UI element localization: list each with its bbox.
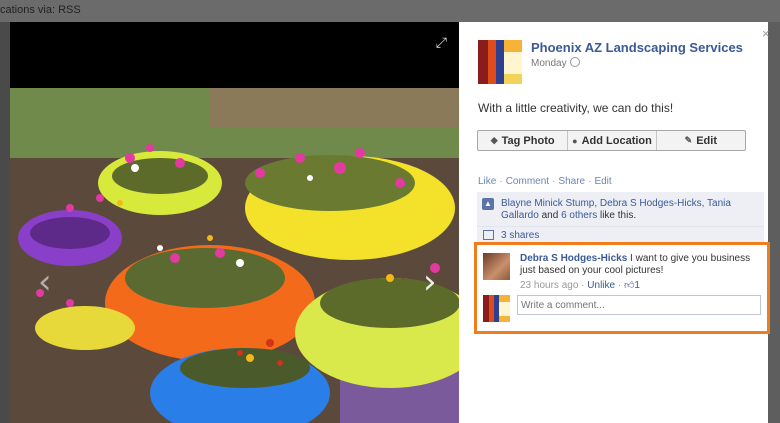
like-link[interactable]: Like — [478, 176, 496, 187]
photo — [10, 88, 459, 423]
add-location-label: Add Location — [581, 134, 652, 147]
background-right — [768, 22, 780, 423]
fullscreen-icon[interactable]: ⤢ — [436, 34, 447, 51]
thumbs-up-icon: ▲ — [482, 198, 494, 210]
comment-body: Debra S Hodges-Hicks I want to give you … — [520, 253, 765, 292]
post-timestamp[interactable]: Monday — [531, 57, 580, 69]
likes-suffix: like this. — [599, 210, 637, 221]
edit-label: Edit — [696, 134, 717, 147]
photo-toolbar: ◆ Tag Photo ● Add Location ✎ Edit — [477, 130, 746, 151]
comment-like-count-value: 1 — [634, 280, 640, 291]
post-actions: Like · Comment · Share · Edit — [478, 176, 612, 187]
tag-icon: ◆ — [490, 135, 498, 145]
shares-link[interactable]: 3 shares — [501, 230, 539, 241]
separator: · — [499, 176, 503, 187]
background-header: cations via: RSS — [0, 0, 780, 22]
edit-link[interactable]: Edit — [594, 176, 611, 187]
unlike-link[interactable]: Unlike — [587, 280, 615, 291]
page-avatar-small — [483, 295, 510, 322]
comment-input[interactable] — [517, 295, 761, 315]
add-location-button[interactable]: ● Add Location — [568, 131, 657, 150]
likes-text: Blayne Minick Stump, Debra S Hodges-Hick… — [501, 198, 756, 222]
location-pin-icon: ● — [572, 135, 578, 146]
likes-summary: ▲ Blayne Minick Stump, Debra S Hodges-Hi… — [477, 192, 764, 227]
share-icon — [483, 230, 494, 240]
close-icon[interactable]: × — [762, 26, 774, 41]
page-name-link[interactable]: Phoenix AZ Landscaping Services — [531, 40, 743, 55]
post-time-text[interactable]: Monday — [531, 58, 567, 69]
comment-time[interactable]: 23 hours ago — [520, 280, 578, 291]
background-sidebar — [0, 22, 10, 423]
share-link[interactable]: Share — [558, 176, 585, 187]
background-text: cations via: RSS — [0, 4, 81, 16]
tag-photo-button[interactable]: ◆ Tag Photo — [478, 131, 569, 150]
comment-meta: 23 hours ago · Unlike · 👍︎1 — [520, 280, 640, 291]
photo-viewer: ⤢ ‹ › — [10, 22, 459, 423]
highlighted-comments: Debra S Hodges-Hicks I want to give you … — [474, 242, 770, 334]
tag-photo-label: Tag Photo — [501, 134, 555, 147]
page-avatar[interactable] — [478, 40, 522, 84]
commenter-avatar[interactable] — [483, 253, 510, 280]
edit-button[interactable]: ✎ Edit — [657, 131, 745, 150]
comment-author-link[interactable]: Debra S Hodges-Hicks — [520, 253, 627, 264]
separator: · — [588, 176, 592, 187]
previous-photo-icon[interactable]: ‹ — [38, 262, 52, 302]
others-link[interactable]: 6 others — [561, 210, 597, 221]
post-caption: With a little creativity, we can do this… — [478, 101, 674, 115]
pencil-icon: ✎ — [684, 135, 693, 145]
globe-icon — [569, 57, 580, 67]
separator: · — [552, 176, 556, 187]
photo-details-panel: × Phoenix AZ Landscaping Services Monday… — [459, 22, 770, 423]
comment-like-count[interactable]: 👍︎1 — [624, 280, 640, 291]
comment-link[interactable]: Comment — [506, 176, 549, 187]
likes-and: and — [541, 210, 559, 221]
thumbs-up-small-icon: 👍︎ — [623, 280, 635, 291]
next-photo-icon[interactable]: › — [423, 262, 437, 302]
